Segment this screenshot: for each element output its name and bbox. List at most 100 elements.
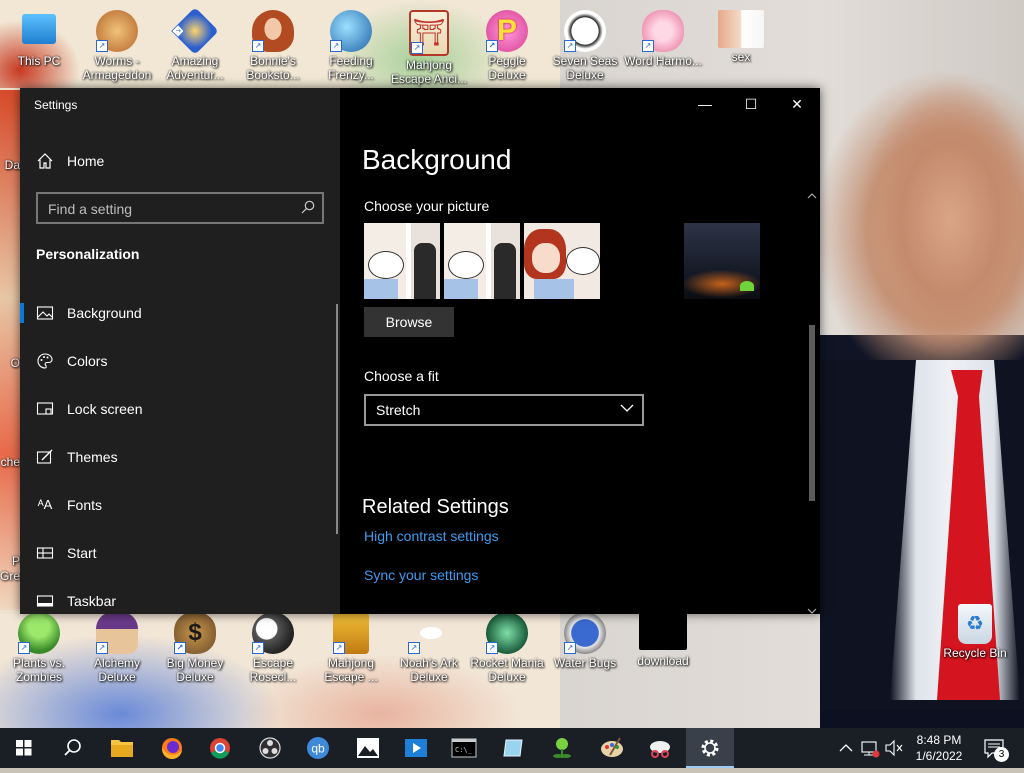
obs-taskbar-button[interactable] bbox=[246, 728, 294, 768]
desktop-icon-bonnies-bookstore[interactable]: ↗ Bonnie's Booksto... bbox=[234, 10, 312, 82]
desktop-icon-label: This PC bbox=[17, 54, 61, 68]
comic-figure bbox=[364, 279, 398, 299]
desktop-icon-label: Feeding Frenzy... bbox=[328, 54, 374, 82]
recent-picture-2[interactable] bbox=[444, 223, 520, 299]
left-edge-fragment[interactable]: Da bbox=[0, 158, 20, 172]
nav-item-label: Themes bbox=[67, 449, 118, 465]
file-explorer-taskbar-button[interactable] bbox=[98, 728, 146, 768]
shortcut-arrow-icon: ↗ bbox=[486, 40, 498, 52]
skull-pirate-icon: ↗ bbox=[564, 10, 606, 52]
left-edge-fragment[interactable]: Gre bbox=[0, 569, 20, 583]
recent-picture-3[interactable] bbox=[524, 223, 600, 299]
nav-item-label: Colors bbox=[67, 353, 108, 369]
themes-icon bbox=[36, 448, 54, 466]
chrome-taskbar-button[interactable] bbox=[196, 728, 244, 768]
content-scrollbar[interactable] bbox=[804, 185, 820, 614]
scroll-down-arrow-icon[interactable] bbox=[807, 602, 817, 620]
desktop-icon-worms-armageddon[interactable]: ↗ Worms - Armageddon bbox=[78, 10, 156, 82]
video-editor-taskbar-button[interactable] bbox=[392, 728, 440, 768]
left-edge-fragment[interactable]: O bbox=[0, 356, 20, 370]
sync-your-settings-link[interactable]: Sync your settings bbox=[364, 567, 478, 583]
show-hidden-icons-button[interactable] bbox=[834, 728, 858, 768]
snipping-tool-taskbar-button[interactable] bbox=[636, 728, 684, 768]
paint-taskbar-button[interactable] bbox=[588, 728, 636, 768]
clock-time: 8:48 PM bbox=[916, 733, 962, 747]
nav-item-label: Background bbox=[67, 305, 142, 321]
desktop-icon-feeding-frenzy[interactable]: ↗ Feeding Frenzy... bbox=[312, 10, 390, 82]
browse-button[interactable]: Browse bbox=[364, 307, 454, 337]
search-input[interactable] bbox=[46, 198, 290, 220]
scrollbar-thumb[interactable] bbox=[809, 325, 815, 501]
nav-item-start[interactable]: Start bbox=[20, 533, 340, 573]
comic-panel bbox=[566, 247, 600, 275]
desktop-icon-mahjong-escape[interactable]: ↗ Mahjong Escape ... bbox=[312, 612, 390, 684]
image-file-thumbnail-icon bbox=[718, 10, 764, 48]
nav-item-colors[interactable]: Colors bbox=[20, 341, 340, 381]
desktop-icon-seven-seas-deluxe[interactable]: ↗ Seven Seas Deluxe bbox=[546, 10, 624, 82]
desktop-icon-mahjong-escape-ancient[interactable]: ⛩ ↗ Mahjong Escape Anci... bbox=[390, 10, 468, 86]
firefox-icon bbox=[161, 738, 182, 760]
desktop-icon-amazing-adventures[interactable]: ↗ Amazing Adventur... bbox=[156, 7, 234, 82]
network-tray-button[interactable] bbox=[858, 728, 882, 768]
fonts-icon: ᴬA bbox=[37, 497, 53, 512]
porthole-game-icon: ↗ bbox=[564, 612, 606, 654]
high-contrast-settings-link[interactable]: High contrast settings bbox=[364, 528, 499, 544]
desktop-icon-label: Mahjong Escape Anci... bbox=[390, 58, 468, 86]
desktop-icon-escape-rosecliff[interactable]: ↗ Escape Rosecl... bbox=[234, 612, 312, 684]
firefox-taskbar-button[interactable] bbox=[148, 728, 196, 768]
plants-vs-zombies-taskbar-button[interactable] bbox=[538, 728, 586, 768]
terminal-icon: C:\_ bbox=[451, 738, 477, 758]
fit-selected-value: Stretch bbox=[376, 402, 421, 418]
desktop-icon-plants-vs-zombies[interactable]: ↗ Plants vs. Zombies bbox=[0, 612, 78, 684]
desktop-icon-label: Recycle Bin bbox=[943, 646, 1007, 660]
desktop-icon-big-money-deluxe[interactable]: $ ↗ Big Money Deluxe bbox=[156, 612, 234, 684]
recent-picture-1[interactable] bbox=[364, 223, 440, 299]
search-icon[interactable] bbox=[300, 199, 316, 215]
photos-taskbar-button[interactable] bbox=[344, 728, 392, 768]
left-edge-fragment[interactable]: che bbox=[0, 455, 20, 469]
fit-dropdown[interactable]: Stretch bbox=[364, 394, 644, 426]
notes-taskbar-button[interactable] bbox=[490, 728, 538, 768]
qbittorrent-taskbar-button[interactable]: qb bbox=[294, 728, 342, 768]
volume-muted-icon bbox=[885, 739, 903, 757]
desktop-icon-word-harmony[interactable]: ↗ Word Harmo... bbox=[624, 10, 702, 68]
scroll-up-arrow-icon[interactable] bbox=[807, 187, 817, 205]
desktop-icon-download[interactable]: download bbox=[624, 612, 702, 668]
volume-tray-button[interactable] bbox=[882, 728, 906, 768]
desktop-icon-noahs-ark-deluxe[interactable]: ↗ Noah's Ark Deluxe bbox=[390, 612, 468, 684]
desktop-icon-water-bugs[interactable]: ↗ Water Bugs bbox=[546, 612, 624, 670]
nav-scrollbar[interactable] bbox=[336, 304, 338, 534]
desktop-icon-alchemy-deluxe[interactable]: ↗ Alchemy Deluxe bbox=[78, 612, 156, 684]
desktop-icon-this-pc[interactable]: This PC bbox=[0, 10, 78, 68]
recent-picture-4[interactable] bbox=[684, 223, 760, 299]
action-center-button[interactable]: 3 bbox=[976, 728, 1024, 768]
chevron-up-icon bbox=[839, 744, 853, 752]
desktop-icon-sex-image[interactable]: sex bbox=[702, 10, 780, 64]
desktop-icon-peggle-deluxe[interactable]: P ↗ Peggle Deluxe bbox=[468, 10, 546, 82]
dove-game-icon: ↗ bbox=[408, 612, 450, 654]
nav-item-background[interactable]: Background bbox=[20, 293, 340, 333]
nav-item-taskbar[interactable]: Taskbar bbox=[20, 581, 340, 621]
settings-taskbar-button[interactable] bbox=[686, 728, 734, 768]
start-button[interactable] bbox=[0, 728, 48, 768]
nav-item-label: Start bbox=[67, 545, 97, 561]
desktop-icon-rocket-mania-deluxe[interactable]: ↗ Rocket Mania Deluxe bbox=[468, 612, 546, 684]
taskbar-search-button[interactable] bbox=[48, 728, 96, 768]
image-icon bbox=[36, 304, 54, 322]
desktop-icon-label: Mahjong Escape ... bbox=[324, 656, 378, 684]
nav-home[interactable]: Home bbox=[20, 141, 340, 181]
shortcut-arrow-icon: ↗ bbox=[564, 40, 576, 52]
nav-item-fonts[interactable]: ᴬA Fonts bbox=[20, 485, 340, 525]
desktop-icon-label: Rocket Mania Deluxe bbox=[470, 656, 544, 684]
shortcut-arrow-icon: ↗ bbox=[408, 642, 420, 654]
command-prompt-taskbar-button[interactable]: C:\_ bbox=[440, 728, 488, 768]
gear-icon bbox=[701, 739, 719, 757]
chevron-down-icon bbox=[618, 398, 636, 418]
clock[interactable]: 8:48 PM 1/6/2022 bbox=[906, 732, 972, 766]
nav-item-lock-screen[interactable]: Lock screen bbox=[20, 389, 340, 429]
left-edge-fragment[interactable]: P bbox=[0, 554, 20, 568]
find-setting-search[interactable] bbox=[36, 192, 324, 224]
shortcut-arrow-icon: ↗ bbox=[333, 642, 345, 654]
desktop-icon-recycle-bin[interactable]: ♻ Recycle Bin bbox=[936, 604, 1014, 660]
nav-item-themes[interactable]: Themes bbox=[20, 437, 340, 477]
